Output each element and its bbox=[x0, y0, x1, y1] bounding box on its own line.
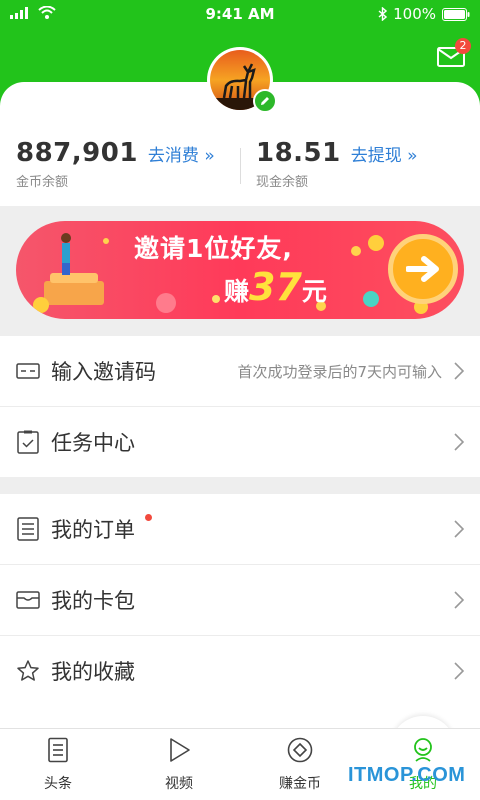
invite-friend-banner[interactable]: 邀请1位好友, 赚37元 bbox=[16, 221, 464, 319]
edit-avatar-button[interactable] bbox=[253, 89, 277, 113]
chevron-right-icon bbox=[454, 362, 464, 380]
orders-label: 我的订单 bbox=[51, 518, 135, 542]
star-icon bbox=[17, 660, 39, 681]
favorites-label: 我的收藏 bbox=[51, 660, 135, 684]
withdraw-cash-link[interactable]: 去提现 » bbox=[351, 146, 418, 166]
battery-text: 100% bbox=[393, 5, 436, 23]
invite-code-icon bbox=[16, 363, 40, 379]
spend-coins-link[interactable]: 去消费 » bbox=[148, 146, 215, 166]
task-center-icon bbox=[17, 430, 39, 454]
tab-earn-coins[interactable]: 赚金币 bbox=[260, 737, 340, 793]
chevron-right-icon bbox=[454, 591, 464, 609]
tab-news[interactable]: 头条 bbox=[18, 737, 98, 793]
banner-line2: 赚37元 bbox=[224, 265, 327, 309]
profile-icon bbox=[414, 738, 432, 762]
news-icon bbox=[48, 737, 68, 763]
mail-badge: 2 bbox=[455, 38, 471, 54]
cash-balance-label: 现金余额 bbox=[256, 175, 309, 190]
orders-notification-dot bbox=[145, 514, 152, 521]
card-wallet-label: 我的卡包 bbox=[51, 589, 135, 613]
tab-earn-coins-label: 赚金币 bbox=[279, 776, 321, 792]
banner-go-button[interactable] bbox=[388, 234, 458, 304]
card-wallet-row[interactable]: 我的卡包 bbox=[0, 565, 480, 635]
bluetooth-icon bbox=[378, 7, 388, 21]
coin-balance-value: 887,901 bbox=[16, 138, 138, 168]
task-center-row[interactable]: 任务中心 bbox=[0, 407, 480, 477]
tab-video[interactable]: 视频 bbox=[139, 737, 219, 793]
invite-code-row[interactable]: 输入邀请码 首次成功登录后的7天内可输入 bbox=[0, 336, 480, 406]
chevron-right-icon bbox=[454, 520, 464, 538]
tab-news-label: 头条 bbox=[44, 776, 72, 792]
coin-balance-label: 金币余额 bbox=[16, 175, 69, 190]
coin-balance: 887,901 去消费 » 金币余额 bbox=[16, 138, 215, 190]
chevron-right-icon bbox=[454, 433, 464, 451]
chevron-right-icon bbox=[454, 662, 464, 680]
cash-balance-value: 18.51 bbox=[256, 138, 341, 168]
status-bar: 9:41 AM 100% bbox=[0, 0, 480, 28]
avatar[interactable] bbox=[207, 47, 277, 113]
watermark: ITMOP.COM bbox=[348, 764, 466, 786]
coin-icon bbox=[287, 737, 313, 763]
arrow-right-icon bbox=[406, 256, 439, 282]
invite-code-hint: 首次成功登录后的7天内可输入 bbox=[237, 362, 442, 381]
invite-code-label: 输入邀请码 bbox=[51, 360, 156, 384]
cash-balance: 18.51 去提现 » 现金余额 bbox=[256, 138, 418, 190]
tab-video-label: 视频 bbox=[165, 776, 193, 792]
banner-section: 邀请1位好友, 赚37元 bbox=[0, 206, 480, 336]
banner-unit: 元 bbox=[301, 277, 327, 306]
favorites-row[interactable]: 我的收藏 bbox=[0, 636, 480, 706]
banner-amount: 37 bbox=[249, 265, 302, 309]
mail-button[interactable]: 2 bbox=[437, 38, 471, 70]
task-center-label: 任务中心 bbox=[51, 431, 135, 455]
balance-divider bbox=[240, 148, 241, 184]
banner-line1: 邀请1位好友, bbox=[134, 234, 293, 263]
pencil-icon bbox=[261, 97, 269, 105]
orders-row[interactable]: 我的订单 bbox=[0, 494, 480, 564]
card-wallet-icon bbox=[16, 591, 40, 609]
battery-icon bbox=[442, 7, 470, 21]
play-icon bbox=[170, 738, 190, 762]
status-right: 100% bbox=[378, 5, 470, 23]
banner-earn-text: 赚 bbox=[224, 277, 250, 306]
orders-icon bbox=[17, 517, 39, 541]
